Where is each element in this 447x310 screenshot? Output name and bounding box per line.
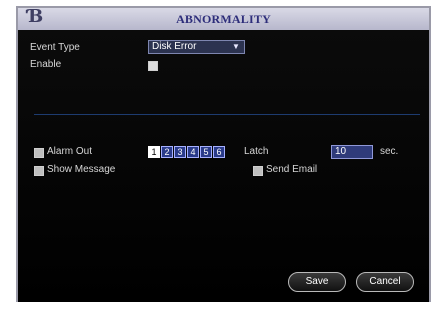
abnormality-dialog: Ɓ ABNORMALITY Event Type Disk Error ▼ En… bbox=[16, 6, 431, 302]
section-divider bbox=[34, 114, 420, 115]
alarm-out-channel-button[interactable]: 6 bbox=[213, 146, 225, 158]
alarm-out-channel-button[interactable]: 5 bbox=[200, 146, 212, 158]
show-message-label: Show Message bbox=[47, 164, 116, 175]
enable-label: Enable bbox=[30, 59, 62, 70]
title-bar: Ɓ ABNORMALITY bbox=[18, 7, 429, 31]
latch-label: Latch bbox=[244, 146, 269, 157]
latch-seconds-input[interactable]: 10 bbox=[331, 145, 373, 159]
event-type-dropdown[interactable]: Disk Error ▼ bbox=[148, 40, 245, 54]
alarm-out-channel-button[interactable]: 2 bbox=[161, 146, 173, 158]
event-type-label: Event Type bbox=[30, 42, 80, 53]
event-type-value: Disk Error bbox=[152, 41, 197, 52]
alarm-out-channel-button[interactable]: 3 bbox=[174, 146, 186, 158]
alarm-out-channel-button[interactable]: 1 bbox=[148, 146, 160, 158]
enable-checkbox[interactable] bbox=[148, 61, 158, 71]
send-email-checkbox[interactable] bbox=[253, 166, 263, 176]
save-button[interactable]: Save bbox=[288, 272, 346, 292]
show-message-checkbox[interactable] bbox=[34, 166, 44, 176]
dialog-title: ABNORMALITY bbox=[176, 12, 271, 26]
alarm-out-label: Alarm Out bbox=[47, 146, 93, 157]
latch-unit-label: sec. bbox=[380, 146, 399, 157]
cancel-button[interactable]: Cancel bbox=[356, 272, 414, 292]
alarm-out-checkbox[interactable] bbox=[34, 148, 44, 158]
dialog-content: Event Type Disk Error ▼ Enable Alarm Out… bbox=[18, 30, 429, 302]
chevron-down-icon: ▼ bbox=[232, 42, 240, 51]
alarm-out-channel-button[interactable]: 4 bbox=[187, 146, 199, 158]
send-email-label: Send Email bbox=[266, 164, 318, 175]
